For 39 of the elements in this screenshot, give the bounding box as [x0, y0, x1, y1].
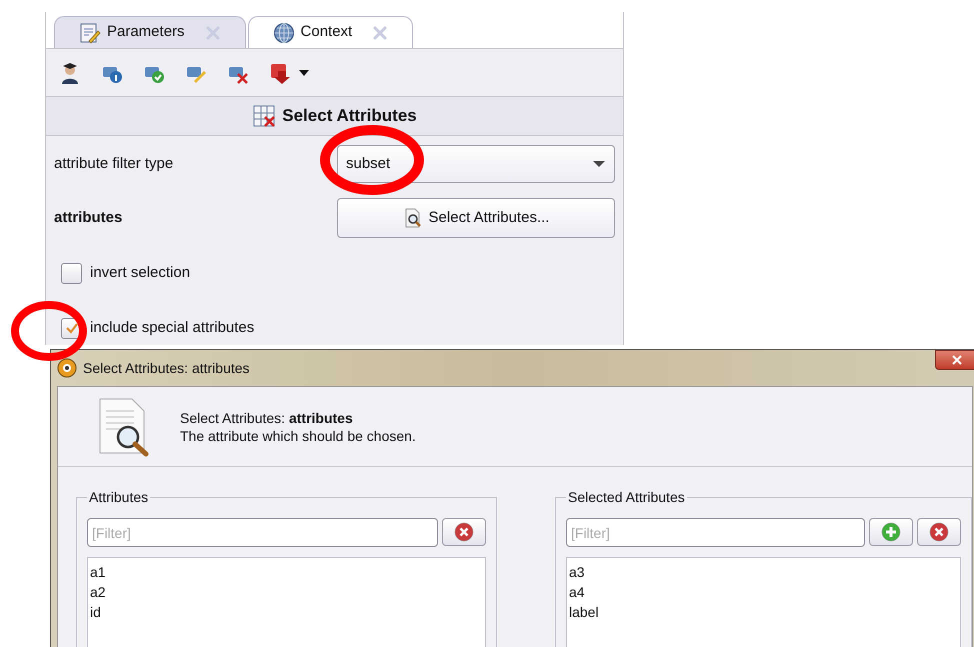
window-title: Select Attributes: attributes: [83, 358, 250, 378]
check-mark-icon: [64, 322, 78, 334]
tab[interactable]: Context: [248, 16, 414, 48]
dialog-description: The attribute which should be chosen.: [180, 426, 416, 444]
document-search-icon: [402, 208, 423, 228]
operator-title: Select Attributes: [282, 105, 417, 128]
filter-type-dropdown[interactable]: subset: [337, 145, 615, 183]
list-item[interactable]: label: [567, 602, 960, 622]
list-item[interactable]: a4: [567, 582, 960, 602]
clear-button[interactable]: [442, 518, 486, 546]
checkbox[interactable]: [61, 262, 82, 284]
app-logo-icon: [57, 358, 77, 378]
list-item[interactable]: a3: [567, 562, 960, 582]
document-pencil-icon: [79, 22, 101, 44]
checkbox-label: include special attributes: [90, 318, 254, 338]
filter-field[interactable]: [Filter]: [566, 518, 865, 547]
field-label: attribute filter type: [54, 154, 174, 174]
list-item[interactable]: a2: [88, 582, 485, 602]
dialog-heading: Select Attributes: attributes: [180, 408, 354, 426]
clear-icon: [454, 522, 474, 542]
clear-icon: [929, 522, 949, 542]
close-icon: [952, 355, 962, 365]
globe-icon: [272, 22, 295, 44]
caret-icon: [298, 68, 310, 76]
select-attributes-button[interactable]: Select Attributes...: [337, 198, 615, 238]
group-title: Selected Attributes: [567, 488, 686, 507]
filter-field[interactable]: [Filter]: [87, 518, 438, 547]
list-item[interactable]: id: [88, 602, 485, 622]
group-title: Attributes: [88, 488, 150, 507]
list-item[interactable]: a1: [88, 562, 485, 582]
close-button[interactable]: [935, 350, 974, 370]
add-button[interactable]: [869, 518, 913, 546]
table-delete-icon: [252, 104, 276, 128]
clear-button[interactable]: [917, 518, 961, 546]
checkbox-label: invert selection: [90, 262, 190, 283]
caret-icon: [592, 160, 606, 168]
tab[interactable]: Parameters: [54, 16, 246, 48]
field-label: attributes: [54, 208, 122, 228]
plus-icon: [881, 522, 901, 542]
